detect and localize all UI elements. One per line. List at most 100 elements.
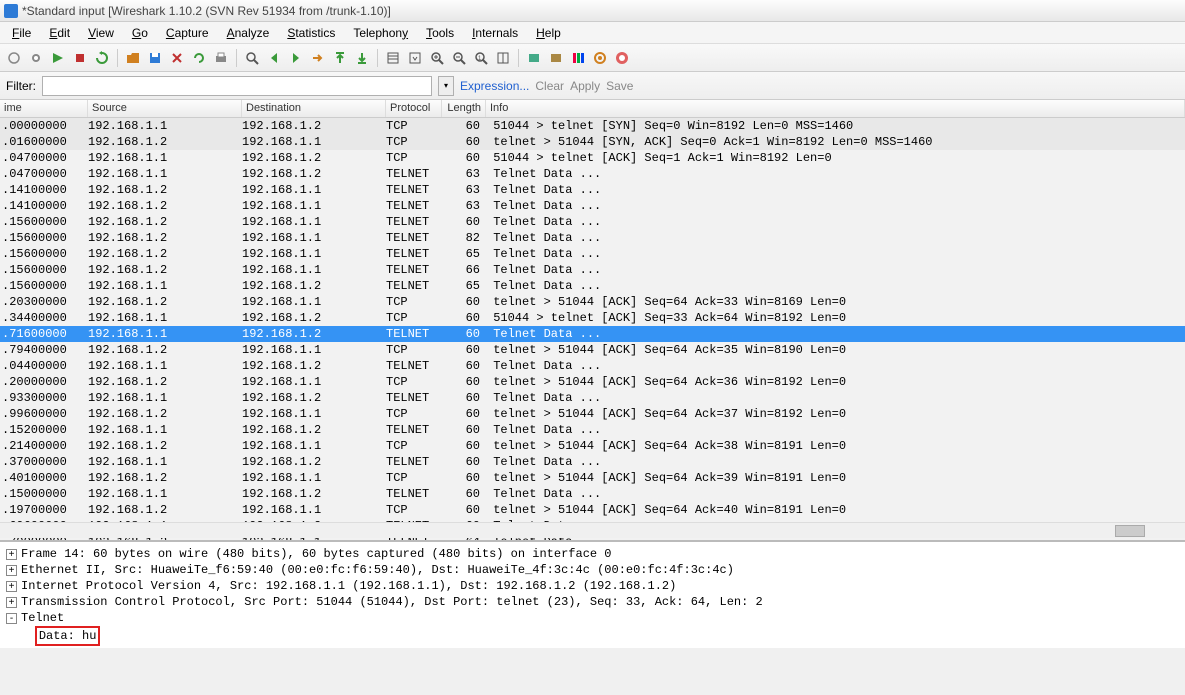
find-icon[interactable] [242,48,262,68]
save-icon[interactable] [145,48,165,68]
packet-row[interactable]: .34400000192.168.1.1192.168.1.2TCP60 510… [0,310,1185,326]
expand-icon[interactable]: - [6,613,17,624]
menu-statistics[interactable]: Statistics [279,24,343,42]
col-info[interactable]: Info [486,100,1185,117]
menu-internals[interactable]: Internals [464,24,526,42]
clear-button[interactable]: Clear [535,79,564,93]
scrollbar-thumb[interactable] [1115,525,1145,537]
auto-scroll-icon[interactable] [405,48,425,68]
packet-row[interactable]: .99600000192.168.1.2192.168.1.1TCP60 tel… [0,406,1185,422]
display-filters-icon[interactable] [546,48,566,68]
horizontal-scrollbar[interactable] [0,522,1185,538]
packet-row[interactable]: .04700000192.168.1.1192.168.1.2TCP60 510… [0,150,1185,166]
zoom-in-icon[interactable] [427,48,447,68]
menu-analyze[interactable]: Analyze [219,24,278,42]
packet-row[interactable]: .14100000192.168.1.2192.168.1.1TELNET63 … [0,198,1185,214]
go-forward-icon[interactable] [286,48,306,68]
expand-icon[interactable]: + [6,565,17,576]
packet-row[interactable]: .21400000192.168.1.2192.168.1.1TCP60 tel… [0,438,1185,454]
filter-input[interactable] [42,76,432,96]
packet-row[interactable]: .79400000192.168.1.2192.168.1.1TCP60 tel… [0,342,1185,358]
detail-line[interactable]: +Internet Protocol Version 4, Src: 192.1… [6,578,1179,594]
packet-row[interactable]: .40100000192.168.1.2192.168.1.1TCP60 tel… [0,470,1185,486]
col-source[interactable]: Source [88,100,242,117]
coloring-rules-icon[interactable] [568,48,588,68]
menu-file[interactable]: File [4,24,39,42]
menu-help[interactable]: Help [528,24,569,42]
packet-list-pane: ime Source Destination Protocol Length I… [0,100,1185,540]
apply-button[interactable]: Apply [570,79,600,93]
go-first-icon[interactable] [330,48,350,68]
save-filter-button[interactable]: Save [606,79,633,93]
packet-row[interactable]: .15600000192.168.1.2192.168.1.1TELNET66 … [0,262,1185,278]
packet-row[interactable]: .19700000192.168.1.2192.168.1.1TCP60 tel… [0,502,1185,518]
detail-line[interactable]: +Frame 14: 60 bytes on wire (480 bits), … [6,546,1179,562]
detail-line[interactable]: -Telnet [6,610,1179,626]
zoom-out-icon[interactable] [449,48,469,68]
zoom-100-icon[interactable]: 1 [471,48,491,68]
close-icon[interactable] [167,48,187,68]
open-icon[interactable] [123,48,143,68]
menu-tools[interactable]: Tools [418,24,462,42]
packet-row[interactable]: .20000000192.168.1.2192.168.1.1TCP60 tel… [0,374,1185,390]
reload-icon[interactable] [189,48,209,68]
detail-line[interactable]: +Transmission Control Protocol, Src Port… [6,594,1179,610]
preferences-icon[interactable] [590,48,610,68]
resize-columns-icon[interactable] [493,48,513,68]
col-time[interactable]: ime [0,100,88,117]
interfaces-icon[interactable] [4,48,24,68]
capture-filters-icon[interactable] [524,48,544,68]
wireshark-icon [4,4,18,18]
packet-row[interactable]: .04400000192.168.1.1192.168.1.2TELNET60 … [0,358,1185,374]
main-toolbar: 1 [0,44,1185,72]
expand-icon[interactable]: + [6,581,17,592]
packet-details-pane[interactable]: +Frame 14: 60 bytes on wire (480 bits), … [0,540,1185,648]
menu-go[interactable]: Go [124,24,156,42]
menu-capture[interactable]: Capture [158,24,217,42]
window-title: *Standard input [Wireshark 1.10.2 (SVN R… [22,4,391,18]
expression-button[interactable]: Expression... [460,79,529,93]
packet-row[interactable]: .04700000192.168.1.1192.168.1.2TELNET63 … [0,166,1185,182]
packet-row[interactable]: .01600000192.168.1.2192.168.1.1TCP60 tel… [0,134,1185,150]
menu-edit[interactable]: Edit [41,24,78,42]
col-destination[interactable]: Destination [242,100,386,117]
title-bar: *Standard input [Wireshark 1.10.2 (SVN R… [0,0,1185,22]
expand-icon[interactable]: + [6,597,17,608]
packet-row[interactable]: .14100000192.168.1.2192.168.1.1TELNET63 … [0,182,1185,198]
menu-telephony[interactable]: Telephony [345,24,416,42]
menu-view[interactable]: View [80,24,122,42]
packet-row[interactable]: .00000000192.168.1.1192.168.1.2TCP60 510… [0,118,1185,134]
detail-line[interactable]: +Ethernet II, Src: HuaweiTe_f6:59:40 (00… [6,562,1179,578]
print-icon[interactable] [211,48,231,68]
highlight-box: Data: hu [35,626,101,646]
go-to-icon[interactable] [308,48,328,68]
packet-row[interactable]: .15600000192.168.1.2192.168.1.1TELNET60 … [0,214,1185,230]
packet-row[interactable]: .20300000192.168.1.2192.168.1.1TCP60 tel… [0,294,1185,310]
filter-bar: Filter: ▾ Expression... Clear Apply Save [0,72,1185,100]
restart-capture-icon[interactable] [92,48,112,68]
packet-row[interactable]: .37000000192.168.1.1192.168.1.2TELNET60 … [0,454,1185,470]
expand-icon[interactable]: + [6,549,17,560]
telnet-data-line[interactable]: Data: hu [6,626,1179,646]
go-back-icon[interactable] [264,48,284,68]
menu-bar: File Edit View Go Capture Analyze Statis… [0,22,1185,44]
filter-dropdown-icon[interactable]: ▾ [438,76,454,96]
col-protocol[interactable]: Protocol [386,100,442,117]
packet-list-body[interactable]: .00000000192.168.1.1192.168.1.2TCP60 510… [0,118,1185,540]
start-capture-icon[interactable] [48,48,68,68]
packet-row[interactable]: .93300000192.168.1.1192.168.1.2TELNET60 … [0,390,1185,406]
packet-row[interactable]: .15200000192.168.1.1192.168.1.2TELNET60 … [0,422,1185,438]
colorize-icon[interactable] [383,48,403,68]
options-icon[interactable] [26,48,46,68]
help-icon[interactable] [612,48,632,68]
packet-row[interactable]: .15600000192.168.1.1192.168.1.2TELNET65 … [0,278,1185,294]
packet-row[interactable]: .15600000192.168.1.2192.168.1.1TELNET82 … [0,230,1185,246]
packet-row[interactable]: .71600000192.168.1.1192.168.1.2TELNET60 … [0,326,1185,342]
stop-capture-icon[interactable] [70,48,90,68]
col-length[interactable]: Length [442,100,486,117]
packet-row[interactable]: .15600000192.168.1.2192.168.1.1TELNET65 … [0,246,1185,262]
go-last-icon[interactable] [352,48,372,68]
packet-list-header[interactable]: ime Source Destination Protocol Length I… [0,100,1185,118]
packet-row[interactable]: .15000000192.168.1.1192.168.1.2TELNET60 … [0,486,1185,502]
filter-label: Filter: [6,79,36,93]
